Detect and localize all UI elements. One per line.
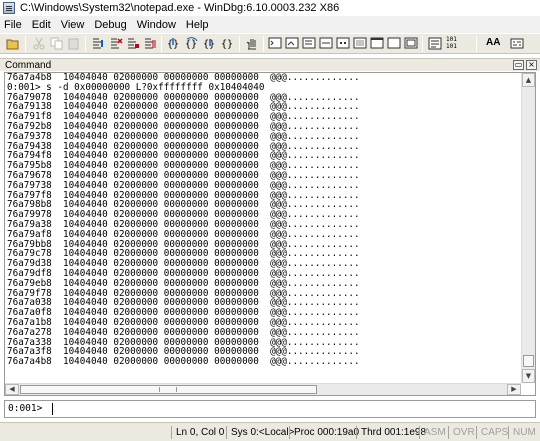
menu-debug[interactable]: Debug	[90, 19, 132, 31]
status-num: NUM	[508, 426, 536, 439]
hand-icon[interactable]	[245, 37, 259, 50]
dock-icon[interactable]: ▭	[513, 60, 524, 70]
close-icon[interactable]: ×	[526, 60, 537, 70]
windbg-app-icon	[3, 2, 15, 14]
step-out-icon[interactable]: {}	[203, 37, 217, 50]
scroll-down-button[interactable]: ▼	[522, 369, 535, 383]
copy-icon[interactable]	[50, 37, 64, 50]
command-input[interactable]	[53, 402, 531, 416]
watch-window-icon[interactable]	[285, 37, 299, 50]
paste-icon[interactable]	[67, 37, 81, 50]
call-stack-window-icon[interactable]	[353, 37, 367, 50]
disassembly-window-icon[interactable]	[370, 37, 384, 50]
scratch-pad-icon[interactable]	[387, 37, 401, 50]
run-to-cursor-icon[interactable]: {}	[221, 37, 235, 50]
menu-edit[interactable]: Edit	[28, 19, 57, 31]
status-system: Sys 0:<Local>	[226, 426, 294, 439]
horizontal-scrollbar[interactable]: ◀ ▶	[5, 383, 521, 395]
status-asm: ASM	[419, 426, 446, 439]
scroll-up-button[interactable]: ▲	[522, 73, 535, 87]
vertical-scrollbar[interactable]: ▲ ▼	[521, 73, 535, 383]
window-title: C:\Windows\System32\notepad.exe - WinDbg…	[20, 2, 340, 14]
scroll-right-button[interactable]: ▶	[507, 384, 521, 395]
status-caps: CAPS	[476, 426, 508, 439]
toolbar: {} {} {} {} 101 101 AA	[0, 33, 540, 54]
menu-bar: File Edit View Debug Window Help	[0, 16, 540, 33]
status-process: Proc 000:19a0	[289, 426, 359, 439]
go-icon[interactable]	[91, 37, 105, 50]
command-window-header: Command ▭ ×	[0, 58, 540, 71]
hex-mode-icon[interactable]: 101 101	[446, 36, 470, 52]
memory-window-icon[interactable]	[336, 37, 350, 50]
svg-text:{}: {}	[185, 39, 197, 50]
command-output-text: 76a7a4b8 10404040 02000000 00000000 0000…	[7, 73, 517, 385]
open-icon[interactable]	[6, 37, 20, 50]
locals-window-icon[interactable]	[302, 37, 316, 50]
command-input-row: 0:001>	[4, 400, 536, 418]
command-prompt: 0:001>	[8, 403, 43, 414]
menu-file[interactable]: File	[0, 19, 28, 31]
command-window-icon[interactable]	[268, 37, 282, 50]
font-icon[interactable]: AA	[486, 37, 500, 48]
title-bar: C:\Windows\System32\notepad.exe - WinDbg…	[0, 0, 540, 16]
break-icon[interactable]	[143, 37, 157, 50]
source-window-icon[interactable]	[428, 37, 442, 50]
status-thread: Thrd 001:1e98	[356, 426, 426, 439]
svg-text:{}: {}	[203, 39, 215, 50]
svg-text:{}: {}	[221, 39, 233, 50]
source-mode-icon[interactable]	[404, 37, 418, 50]
menu-help[interactable]: Help	[182, 19, 215, 31]
step-over-icon[interactable]: {}	[185, 37, 199, 50]
horizontal-scroll-thumb[interactable]	[20, 385, 317, 394]
scroll-left-button[interactable]: ◀	[5, 384, 19, 395]
output-line: 76a7a4b8 10404040 02000000 00000000 0000…	[7, 356, 360, 368]
vertical-scroll-thumb[interactable]	[523, 355, 534, 367]
registers-window-icon[interactable]	[319, 37, 333, 50]
stop-debugging-icon[interactable]	[126, 37, 140, 50]
options-icon[interactable]	[510, 37, 524, 50]
step-into-icon[interactable]: {}	[167, 37, 181, 50]
status-position: Ln 0, Col 0	[171, 426, 224, 439]
restart-icon[interactable]	[109, 37, 123, 50]
status-ovr: OVR	[448, 426, 475, 439]
cut-icon[interactable]	[32, 37, 46, 50]
menu-view[interactable]: View	[57, 19, 91, 31]
status-bar: Ln 0, Col 0 Sys 0:<Local> Proc 000:19a0 …	[0, 422, 540, 441]
menu-window[interactable]: Window	[133, 19, 182, 31]
command-output[interactable]: 76a7a4b8 10404040 02000000 00000000 0000…	[4, 72, 536, 396]
command-window-title: Command	[5, 60, 52, 71]
